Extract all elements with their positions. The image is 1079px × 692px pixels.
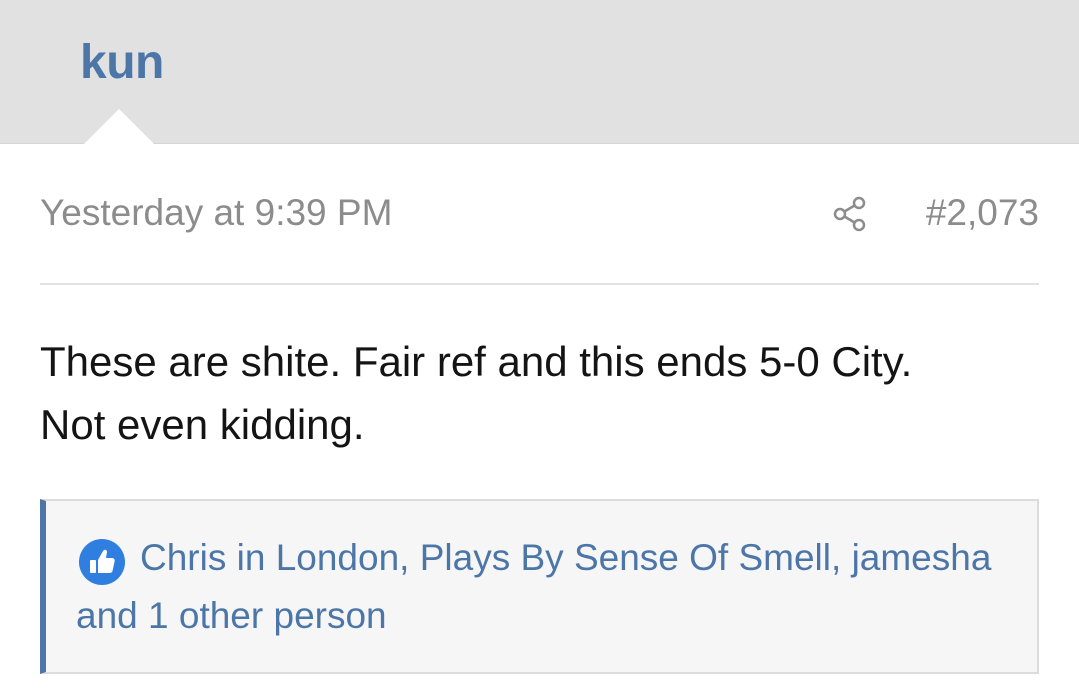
post-number-link[interactable]: #2,073	[926, 192, 1039, 234]
likes-separator: ,	[399, 537, 420, 578]
likes-bar: Chris in London, Plays By Sense Of Smell…	[40, 499, 1039, 674]
post-message: These are shite. Fair ref and this ends …	[40, 330, 1030, 456]
likes-others-link[interactable]: 1 other person	[148, 595, 387, 636]
post-meta: Yesterday at 9:39 PM #2,073	[40, 184, 1039, 244]
post-page: kun Yesterday at 9:39 PM #2,073 These ar…	[0, 0, 1079, 692]
message-line-2: Not even kidding.	[40, 401, 365, 448]
likes-and-text: and	[76, 595, 149, 636]
likes-text: Chris in London, Plays By Sense Of Smell…	[76, 529, 1006, 645]
liker-link[interactable]: Plays By Sense Of Smell	[420, 537, 831, 578]
post-timestamp[interactable]: Yesterday at 9:39 PM	[40, 192, 392, 234]
likes-separator: ,	[831, 537, 852, 578]
share-icon[interactable]	[830, 194, 870, 234]
liker-link[interactable]: Chris in London	[140, 537, 399, 578]
user-header: kun	[0, 0, 1079, 145]
liker-link[interactable]: jamesha	[852, 537, 992, 578]
username-link[interactable]: kun	[80, 34, 164, 92]
message-line-1: These are shite. Fair ref and this ends …	[40, 338, 913, 385]
meta-divider	[40, 283, 1039, 285]
header-pointer	[83, 109, 155, 145]
